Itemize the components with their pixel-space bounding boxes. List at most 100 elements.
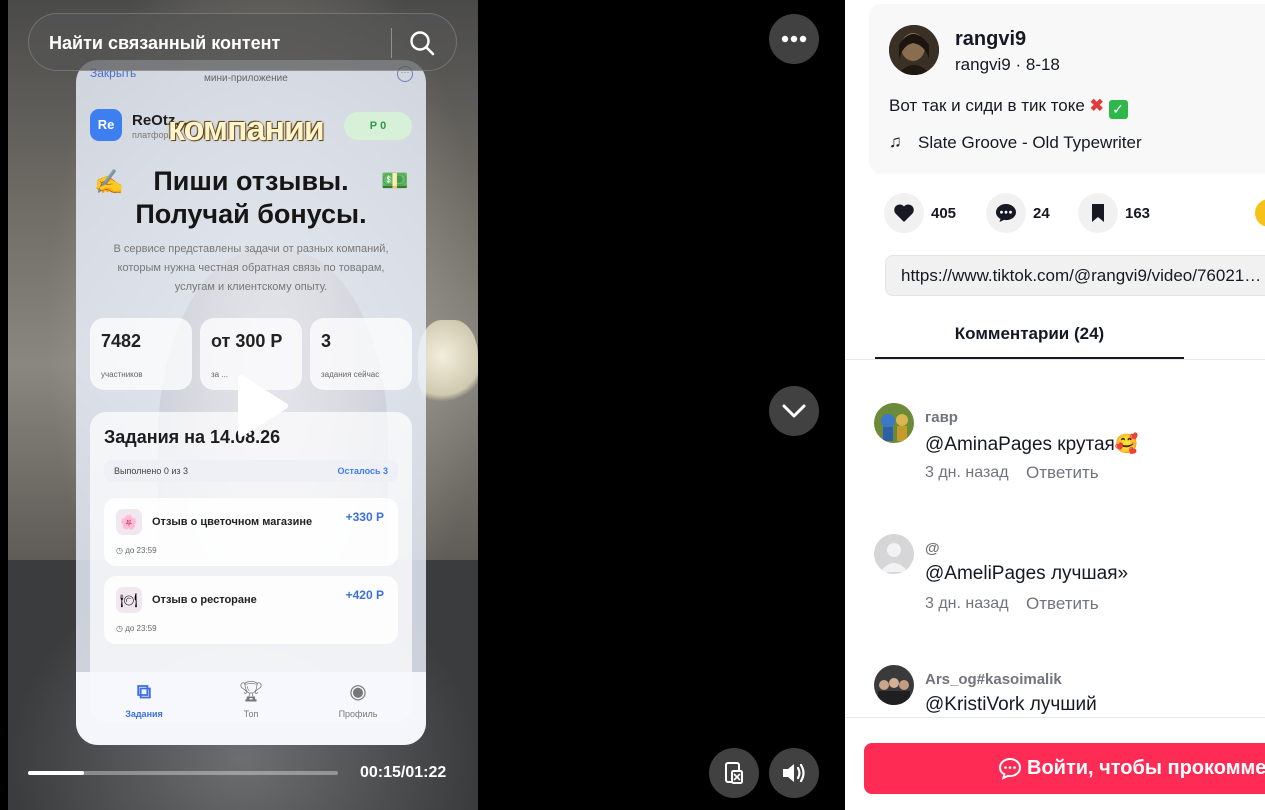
phone-nav-label: Профиль (338, 709, 378, 719)
phone-bottom-nav: ⧉ Задания 🏆︎ Топ ◉ Профиль (76, 672, 426, 745)
reply-button[interactable]: Ответить (1026, 594, 1099, 614)
phone-app-logo: Re (90, 109, 122, 141)
bookmark-icon (1092, 204, 1104, 222)
share-link-box[interactable]: https://www.tiktok.com/@rangvi9/video/76… (885, 255, 1265, 296)
tab-comments[interactable]: Комментарии (24) (875, 310, 1184, 359)
floating-player-icon (725, 762, 743, 784)
comment-text: @AmeliPages лучшая» (925, 563, 1129, 584)
phone-headline: Пиши отзывы. Получай бонусы. (76, 165, 426, 231)
commenter-name[interactable]: @ (925, 540, 940, 557)
phone-stat-card: 3 задания сейчас (310, 318, 412, 390)
avatar-image (874, 403, 914, 443)
commenter-avatar[interactable] (874, 534, 914, 574)
video-progress-fill (28, 771, 84, 775)
default-avatar-icon (874, 534, 914, 574)
comment-icon (996, 204, 1016, 222)
phone-nav-top: 🏆︎ Топ (211, 680, 291, 719)
video-time: 00:15/01:22 (360, 764, 447, 781)
video-progress-bar[interactable] (28, 771, 338, 775)
comment-button[interactable] (986, 193, 1026, 233)
comment-item: @ @AmeliPages лучшая» 3 дн. назад Ответи… (874, 534, 1254, 624)
heart-icon (894, 204, 914, 222)
comment-text: @KristiVork лучший (925, 694, 1097, 715)
search-input[interactable] (49, 31, 379, 55)
tiktok-video-page: Закрыть мини-приложение ··· Re ReOtz... … (0, 0, 1265, 810)
phone-stat-card: 7482 участников (90, 318, 192, 390)
stat-label: задания сейчас (321, 370, 380, 379)
task-price: +330 Р (345, 510, 384, 524)
music-note-icon: ♫ (889, 132, 902, 151)
comment-count: 24 (1033, 205, 1050, 222)
phone-description: В сервисе представлены задачи от разных … (113, 243, 389, 293)
task-name: Отзыв о ресторане (152, 594, 257, 606)
phone-nav-label: Топ (243, 709, 259, 719)
stat-label: участников (101, 370, 143, 379)
login-bar: Войти, чтобы прокомментировать (845, 717, 1265, 810)
commenter-avatar[interactable] (874, 665, 914, 705)
commenter-avatar[interactable] (874, 403, 914, 443)
related-search-box[interactable] (28, 13, 457, 71)
comment-text: @AminaPages крутая🥰 (925, 434, 1139, 455)
video-pane: Закрыть мини-приложение ··· Re ReOtz... … (0, 0, 845, 810)
cross-mark-icon: ✖ (1089, 96, 1104, 115)
tasks-done-label: Выполнено 0 из 3 (114, 466, 189, 476)
reply-button[interactable]: Ответить (1026, 463, 1099, 483)
task-card: 🍽 Отзыв о ресторане +420 Р ◷ до 23:59 (104, 576, 398, 644)
author-name[interactable]: rangvi9 (955, 28, 1026, 51)
avatar-image (889, 25, 939, 75)
comment-item: гавр @AminaPages крутая🥰 3 дн. назад Отв… (874, 403, 1254, 493)
phone-nav-profile: ◉ Профиль (318, 680, 398, 719)
task-name: Отзыв о цветочном магазине (152, 516, 313, 528)
restaurant-icon: 🍽 (116, 587, 142, 613)
share-link-text[interactable]: https://www.tiktok.com/@rangvi9/video/76… (901, 266, 1265, 286)
author-avatar[interactable] (889, 25, 939, 75)
task-deadline: ◷ до 23:59 (116, 624, 157, 633)
video-player[interactable]: Закрыть мини-приложение ··· Re ReOtz... … (8, 0, 478, 810)
like-count: 405 (931, 205, 957, 222)
video-caption-overlay: компании (168, 110, 325, 148)
chevron-down-icon (782, 404, 806, 418)
volume-button[interactable] (769, 748, 819, 798)
more-options-button[interactable] (769, 14, 819, 64)
task-price: +420 Р (345, 588, 384, 602)
more-dots-icon (781, 35, 807, 43)
commenter-name[interactable]: Ars_og#kasoimalik (925, 671, 1062, 688)
login-button-label: Войти, чтобы прокомментировать (1027, 757, 1265, 779)
gift-coin-icon[interactable] (1255, 199, 1265, 227)
phone-nav-label: Задания (125, 709, 163, 719)
task-card: 🌸 Отзыв о цветочном магазине +330 Р ◷ до… (104, 498, 398, 566)
volume-icon (783, 763, 805, 783)
avatar-image (874, 665, 914, 705)
check-mark-icon: ✓ (1108, 100, 1128, 119)
task-deadline: ◷ до 23:59 (116, 546, 157, 555)
commenter-name[interactable]: гавр (925, 409, 958, 426)
music-title[interactable]: Slate Groove - Old Typewriter (918, 133, 1142, 153)
tasks-icon: ⧉ (136, 681, 152, 703)
comment-icon (998, 757, 1022, 780)
comment-time: 3 дн. назад (925, 464, 1009, 481)
phone-headline-line-1: Пиши отзывы. (153, 166, 349, 196)
stat-value: от 300 Р (211, 331, 283, 351)
search-icon[interactable] (409, 30, 435, 56)
comment-time: 3 дн. назад (925, 595, 1009, 612)
video-flowers (418, 320, 478, 410)
play-button[interactable] (221, 370, 293, 442)
trophy-icon: 🏆︎ (238, 681, 264, 703)
login-to-comment-button[interactable]: Войти, чтобы прокомментировать (864, 743, 1265, 794)
like-button[interactable] (884, 193, 924, 233)
flower-icon: 🌸 (116, 509, 142, 535)
details-panel: rangvi9 rangvi9 · 8-18 Вот так и сиди в … (845, 0, 1265, 810)
picture-in-picture-button[interactable] (709, 748, 759, 798)
post-description-text: Вот так и сиди в тик токе (889, 96, 1085, 115)
post-info-card: rangvi9 rangvi9 · 8-18 Вот так и сиди в … (869, 4, 1265, 174)
stat-value: 7482 (101, 331, 142, 351)
phone-subtitle: мини-приложение (204, 73, 288, 84)
save-button[interactable] (1078, 193, 1118, 233)
phone-balance-badge: Р 0 (344, 112, 412, 140)
next-video-button[interactable] (769, 386, 819, 436)
tasks-left-label: Осталось 3 (337, 466, 388, 476)
save-count: 163 (1125, 205, 1151, 222)
author-subtitle: rangvi9 · 8-18 (955, 55, 1060, 74)
comments-tab-bar: Комментарии (24) (845, 310, 1265, 360)
phone-nav-tasks: ⧉ Задания (104, 680, 184, 719)
